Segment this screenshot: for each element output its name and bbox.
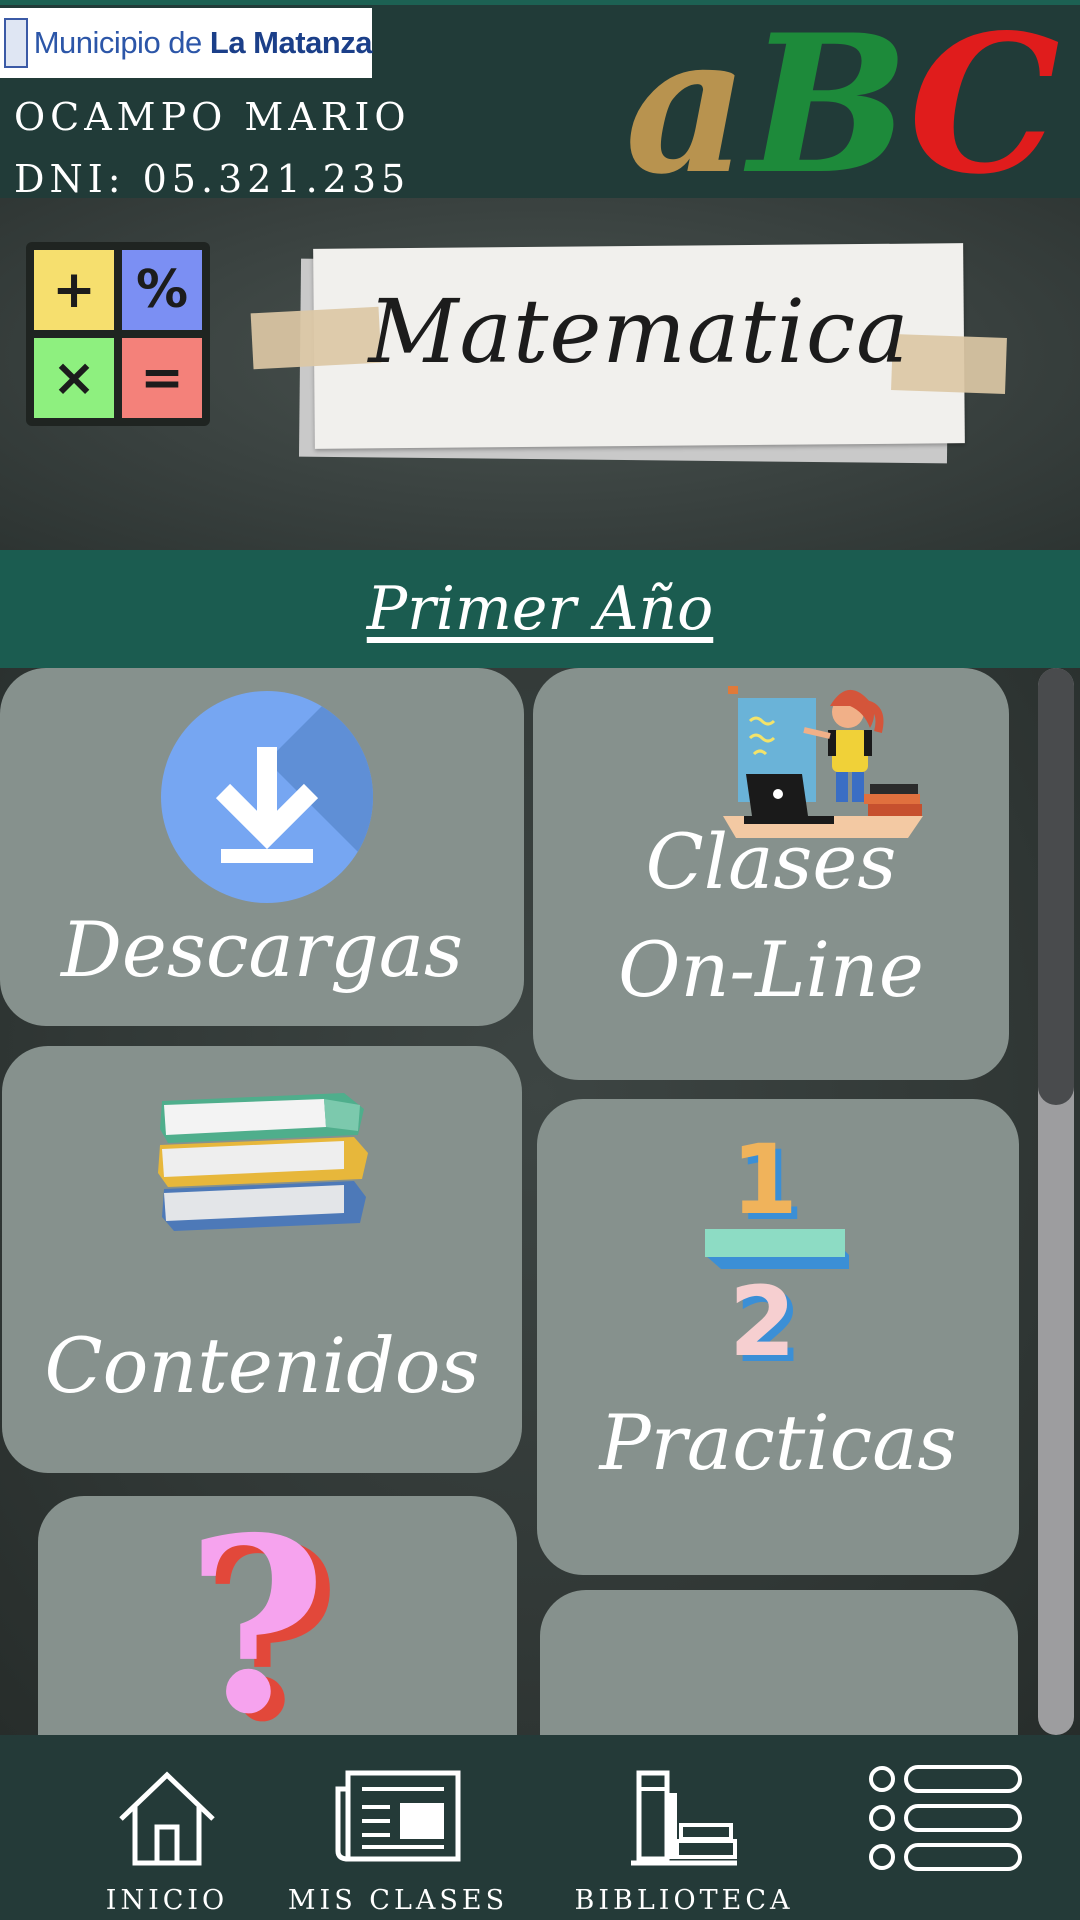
municipio-logo: Municipio de La Matanza <box>0 8 373 78</box>
descargas-label: Descargas <box>60 905 464 994</box>
nav-inicio-label: INICIO <box>105 1885 229 1916</box>
clases-online-card[interactable]: Clases On-Line <box>533 668 1009 1080</box>
subject-title: Matematica <box>368 280 910 383</box>
logo-bold: La Matanza <box>209 25 373 60</box>
question-mark-icon: ? ? <box>186 1514 341 1734</box>
year-bar: Primer Año <box>0 550 1080 668</box>
bottom-nav: INICIO MIS CLASES BIBLIOTECA <box>0 1735 1080 1920</box>
calc-key-percent: % <box>122 250 202 330</box>
nav-biblioteca-label: BIBLIOTECA <box>574 1885 794 1916</box>
fraction-icon: 1 1 2 2 <box>705 1129 849 1369</box>
download-icon <box>161 691 373 903</box>
fraction-numerator: 1 <box>731 1129 798 1236</box>
extra-card[interactable] <box>540 1590 1018 1735</box>
descargas-card[interactable]: Descargas <box>0 668 524 1026</box>
contenidos-card[interactable]: Contenidos <box>2 1046 522 1473</box>
calc-key-times: × <box>34 338 114 418</box>
abc-letter-b: B <box>748 0 909 216</box>
library-icon <box>631 1770 737 1866</box>
user-name: OCAMPO MARIO <box>14 95 411 139</box>
user-dni: DNI: 05.321.235 <box>14 157 411 201</box>
municipio-crest-icon <box>4 18 28 68</box>
nav-inicio[interactable]: INICIO <box>88 1735 246 1920</box>
app-root: Municipio de La Matanza OCAMPO MARIO DNI… <box>0 0 1080 1920</box>
menu-list-icon <box>869 1765 1022 1871</box>
year-title[interactable]: Primer Año <box>367 574 714 644</box>
practicas-label: Practicas <box>599 1398 957 1487</box>
help-card[interactable]: ? ? <box>38 1496 517 1735</box>
calculator-icon: + % × = <box>26 242 210 426</box>
abc-letter-a: a <box>625 0 749 216</box>
calc-key-plus: + <box>34 250 114 330</box>
scrollbar-thumb[interactable] <box>1038 668 1074 1105</box>
home-icon <box>119 1771 215 1866</box>
clases-online-label-1: Clases <box>645 817 897 906</box>
clases-online-label-2: On-Line <box>618 925 924 1014</box>
abc-logo: aBC <box>625 0 1060 216</box>
contenidos-label: Contenidos <box>44 1321 480 1410</box>
header: Municipio de La Matanza OCAMPO MARIO DNI… <box>0 0 1080 216</box>
fraction-denominator: 2 <box>729 1266 796 1369</box>
nav-mis-clases-label: MIS CLASES <box>287 1885 509 1916</box>
logo-text: Municipio de La Matanza <box>33 25 373 61</box>
practicas-card[interactable]: 1 1 2 2 Practicas <box>537 1099 1019 1575</box>
nav-biblioteca[interactable]: BIBLIOTECA <box>574 1735 794 1920</box>
question-mark: ? <box>186 1514 327 1734</box>
nav-mis-clases[interactable]: MIS CLASES <box>288 1735 504 1920</box>
nav-menu[interactable] <box>864 1735 1028 1920</box>
abc-letter-c: C <box>908 0 1060 216</box>
logo-prefix: Municipio de <box>33 25 210 60</box>
calc-key-equals: = <box>122 338 202 418</box>
newspaper-icon <box>335 1770 461 1862</box>
books-icon <box>158 1093 368 1231</box>
menu-grid: Descargas Clases On-Line Contenidos 1 1 … <box>0 668 1080 1735</box>
